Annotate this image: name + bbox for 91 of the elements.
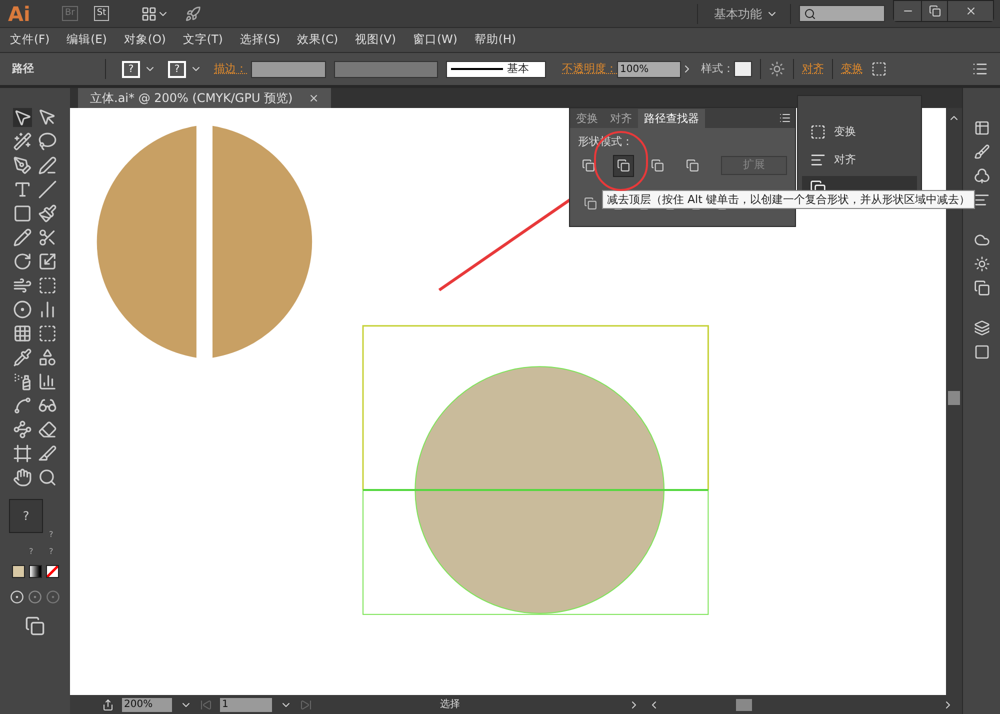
stroke-mark: ? [49,529,54,541]
mesh-tool-icon[interactable] [13,324,32,343]
rocket-icon[interactable] [185,6,202,22]
fill-swatch[interactable]: ? [122,60,140,78]
brush-dropdown[interactable]: 基本 [446,60,546,78]
copy-icon[interactable] [974,280,990,296]
eyedropper-icon[interactable] [13,348,32,367]
zoom-tool-icon[interactable] [38,468,57,487]
document-tab[interactable]: 立体.ai* @ 200% (CMYK/GPU 预览) × [78,88,331,108]
selection-type-label: 路径 [12,60,35,77]
panel-tab[interactable]: 对齐 [604,109,638,128]
panel-item-icon [810,152,826,168]
brush-tool-icon[interactable] [38,204,57,223]
menu-item[interactable]: 文字(T) [176,31,229,49]
fill-stroke-swatch[interactable]: ? [9,499,43,533]
panel-tab[interactable]: 变换 [570,109,604,128]
arrange-documents-icon[interactable] [141,6,158,22]
artboard-tool-icon[interactable] [13,444,32,463]
curvature-pen-icon[interactable] [38,156,57,175]
menu-icon[interactable] [972,61,988,77]
line-tool-icon[interactable] [38,180,57,199]
eraser-icon[interactable] [38,420,57,439]
align-icon[interactable] [974,192,990,208]
layers-icon[interactable] [974,320,990,336]
panel-item[interactable]: 变换 [802,120,917,144]
menu-item[interactable]: 文件(F) [4,31,56,49]
stroke-weight-field[interactable] [251,60,326,78]
menu-item[interactable]: 选择(S) [234,31,286,49]
menu-item[interactable]: 窗口(W) [407,31,464,49]
direct-selection-tool-icon[interactable] [38,108,57,127]
pen-tool-icon[interactable] [13,156,32,175]
shape-mode-icon [651,159,664,172]
opacity-field[interactable]: 100% [617,60,681,78]
brush-icon[interactable] [974,144,990,160]
rectangle-tool-icon[interactable] [13,204,32,223]
search-field[interactable] [799,5,885,22]
scale-tool-icon[interactable] [38,252,57,271]
app-logo: Ai [8,0,32,28]
variable-width-dropdown[interactable] [334,60,438,78]
magic-wand-icon[interactable] [13,132,32,151]
graph-tool-icon[interactable] [38,372,57,391]
rotate-tool-icon[interactable] [13,252,32,271]
artboard-field[interactable]: 1 [220,698,272,712]
close-tab-button[interactable]: × [308,89,319,107]
none-swatch[interactable] [46,565,58,578]
pathfinder-icon[interactable] [584,196,597,210]
zoom-field[interactable]: 200% [122,698,172,712]
restore-icon [928,5,940,17]
knife-icon[interactable] [38,444,57,463]
shape-mode-button[interactable] [612,154,634,176]
search-icon [804,8,816,20]
menu-item[interactable]: 编辑(E) [60,31,113,49]
curve-tool-icon[interactable] [13,396,32,415]
gradient-swatch[interactable] [28,565,42,578]
lasso-icon[interactable] [38,132,57,151]
panel-item-icon [810,124,826,140]
sun-icon[interactable] [974,256,990,272]
scroll-thumb[interactable] [736,698,752,710]
color-swatch[interactable] [12,565,24,578]
club-icon[interactable] [974,168,990,184]
table-icon[interactable] [974,120,990,136]
shape-mode-icon [582,159,595,172]
menu-item[interactable]: 视图(V) [349,31,402,49]
type-tool-icon[interactable] [13,180,32,199]
stock-button[interactable]: St [94,6,110,21]
close-button[interactable] [947,1,993,21]
selection-tool-icon[interactable] [13,108,32,127]
close-icon [964,5,976,17]
current-tool-label: 选择 [440,698,461,712]
panel-tab[interactable]: 路径查找器 [638,109,705,128]
style-label: 样式： [701,60,734,77]
scissors-icon[interactable] [38,228,57,247]
tooltip: 减去顶层（按住 Alt 键单击，以创建一个复合形状，并从形状区域中减去） [602,190,975,209]
workspace-switcher[interactable]: 基本功能 [698,4,778,22]
scroll-thumb[interactable] [948,391,960,405]
menu-item[interactable]: 对象(O) [118,31,172,49]
shape-mode-icon [616,159,630,172]
menu-item[interactable]: 帮助(H) [468,31,522,49]
restore-button[interactable] [921,1,947,21]
symbol-sprayer-icon[interactable] [13,372,32,391]
share-icon[interactable] [102,698,114,710]
menu-item[interactable]: 效果(C) [291,31,344,49]
panel-item[interactable]: 对齐 [802,148,917,172]
shape-mode-icon [686,159,700,172]
style-swatch[interactable] [734,61,752,77]
stroke-mark: ? [29,546,34,558]
stroke-swatch[interactable]: ? [168,60,186,78]
cloud-icon[interactable] [974,232,990,248]
hand-tool-icon[interactable] [13,468,32,487]
pencil-tool-icon[interactable] [13,228,32,247]
stroke-mark: ? [49,546,54,558]
